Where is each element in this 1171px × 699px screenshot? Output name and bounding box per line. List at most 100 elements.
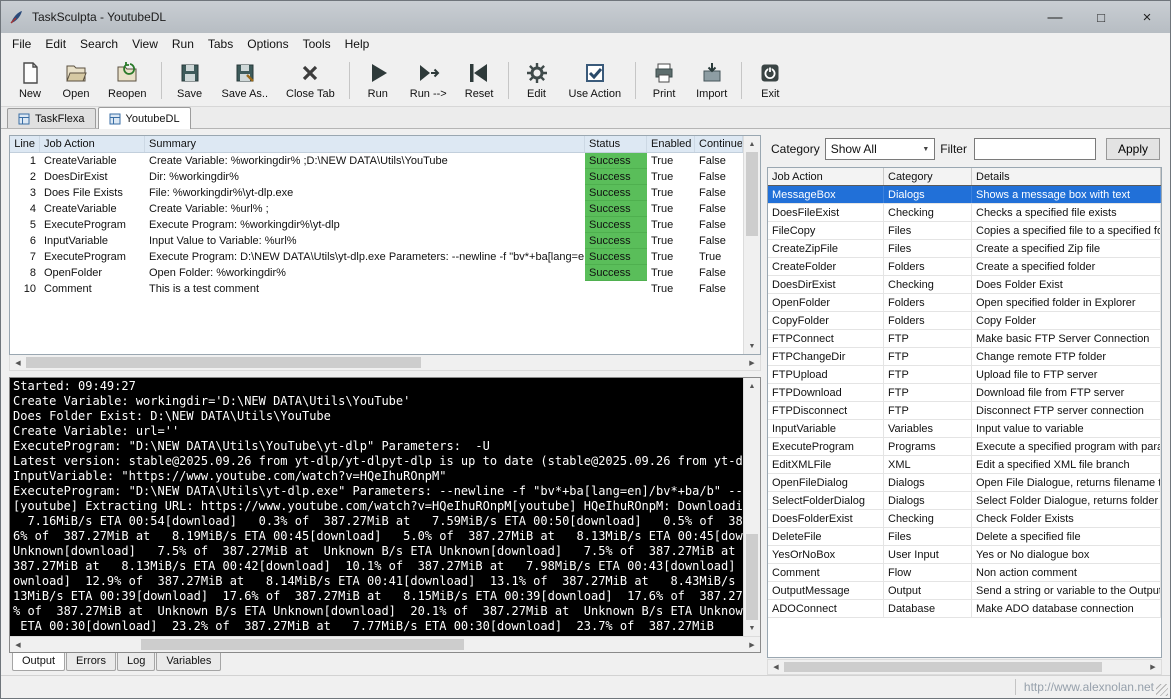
action-grid-hscrollbar[interactable]: ◀ ▶	[767, 659, 1162, 675]
save-button[interactable]: Save	[167, 57, 213, 104]
task-row[interactable]: 6InputVariableInput Value to Variable: %…	[10, 233, 743, 249]
use-action-button[interactable]: Use Action	[560, 57, 631, 104]
scrollbar-thumb[interactable]	[26, 357, 421, 368]
output-tab-variables[interactable]: Variables	[156, 653, 221, 671]
menu-item-help[interactable]: Help	[338, 34, 377, 54]
menu-item-run[interactable]: Run	[165, 34, 201, 54]
task-grid-hscrollbar[interactable]: ◀ ▶	[9, 355, 761, 371]
task-row[interactable]: 7ExecuteProgramExecute Program: D:\NEW D…	[10, 249, 743, 265]
action-row[interactable]: FTPDisconnectFTPDisconnect FTP server co…	[768, 402, 1161, 420]
action-row[interactable]: CopyFolderFoldersCopy Folder	[768, 312, 1161, 330]
edit-button[interactable]: Edit	[514, 57, 560, 104]
reopen-button[interactable]: Reopen	[99, 57, 156, 104]
column-header-enabled[interactable]: Enabled	[647, 136, 695, 152]
scroll-down-icon[interactable]: ▼	[744, 338, 760, 354]
action-row[interactable]: SelectFolderDialogDialogsSelect Folder D…	[768, 492, 1161, 510]
menu-item-view[interactable]: View	[125, 34, 165, 54]
action-row[interactable]: DeleteFileFilesDelete a specified file	[768, 528, 1161, 546]
open-button[interactable]: Open	[53, 57, 99, 104]
action-row[interactable]: YesOrNoBoxUser InputYes or No dialogue b…	[768, 546, 1161, 564]
menu-item-file[interactable]: File	[5, 34, 38, 54]
save-as-button[interactable]: Save As..	[213, 57, 277, 104]
scroll-right-icon[interactable]: ▶	[1145, 660, 1161, 674]
column-header-details[interactable]: Details	[972, 168, 1161, 185]
maximize-button[interactable]: □	[1078, 1, 1124, 33]
task-row[interactable]: 5ExecuteProgramExecute Program: %working…	[10, 217, 743, 233]
scrollbar-thumb[interactable]	[784, 662, 1102, 672]
menu-item-edit[interactable]: Edit	[38, 34, 73, 54]
reset-button[interactable]: Reset	[456, 57, 503, 104]
exit-button[interactable]: Exit	[747, 57, 793, 104]
task-row[interactable]: 1CreateVariableCreate Variable: %working…	[10, 153, 743, 169]
menu-item-options[interactable]: Options	[240, 34, 295, 54]
action-row[interactable]: OpenFolderFoldersOpen specified folder i…	[768, 294, 1161, 312]
filter-input[interactable]	[974, 138, 1096, 160]
output-tab-output[interactable]: Output	[12, 653, 65, 671]
column-header-status[interactable]: Status	[585, 136, 647, 152]
action-row[interactable]: OpenFileDialogDialogsOpen File Dialogue,…	[768, 474, 1161, 492]
print-button[interactable]: Print	[641, 57, 687, 104]
column-header-category[interactable]: Category	[884, 168, 972, 185]
minimize-button[interactable]: —	[1032, 1, 1078, 33]
action-row[interactable]: CommentFlowNon action comment	[768, 564, 1161, 582]
action-row[interactable]: DoesDirExistCheckingDoes Folder Exist	[768, 276, 1161, 294]
task-row[interactable]: 10CommentThis is a test commentTrueFalse	[10, 281, 743, 297]
category-dropdown[interactable]: Show All ▼	[825, 138, 936, 160]
document-tab-taskflexa[interactable]: TaskFlexa	[7, 108, 96, 128]
action-row[interactable]: ADOConnectDatabaseMake ADO database conn…	[768, 600, 1161, 618]
console-hscrollbar[interactable]: ◀ ▶	[10, 636, 760, 652]
task-grid-vscrollbar[interactable]: ▲ ▼	[743, 136, 760, 354]
action-row[interactable]: InputVariableVariablesInput value to var…	[768, 420, 1161, 438]
output-tab-errors[interactable]: Errors	[66, 653, 116, 671]
scroll-left-icon[interactable]: ◀	[10, 355, 26, 370]
action-row[interactable]: MessageBoxDialogsShows a message box wit…	[768, 186, 1161, 204]
column-header-line[interactable]: Line	[10, 136, 40, 152]
action-row[interactable]: OutputMessageOutputSend a string or vari…	[768, 582, 1161, 600]
scroll-right-icon[interactable]: ▶	[744, 355, 760, 370]
run-button[interactable]: Run	[355, 57, 401, 104]
action-row[interactable]: DoesFileExistCheckingChecks a specified …	[768, 204, 1161, 222]
console-output[interactable]: Started: 09:49:27 Create Variable: worki…	[10, 378, 743, 636]
task-row[interactable]: 8OpenFolderOpen Folder: %workingdir%Succ…	[10, 265, 743, 281]
title-bar[interactable]: TaskSculpta - YoutubeDL — □ ×	[1, 1, 1170, 33]
action-row[interactable]: FTPChangeDirFTPChange remote FTP folder	[768, 348, 1161, 366]
apply-button[interactable]: Apply	[1106, 138, 1160, 160]
scrollbar-thumb[interactable]	[141, 639, 464, 650]
run-to-button[interactable]: Run -->	[401, 57, 456, 104]
action-row[interactable]: DoesFolderExistCheckingCheck Folder Exis…	[768, 510, 1161, 528]
resize-grip-icon[interactable]	[1156, 684, 1168, 696]
new-button[interactable]: New	[7, 57, 53, 104]
column-header-continue[interactable]: Continue	[695, 136, 743, 152]
menu-item-tools[interactable]: Tools	[296, 34, 338, 54]
scroll-down-icon[interactable]: ▼	[744, 620, 760, 636]
task-row[interactable]: 4CreateVariableCreate Variable: %url% ;S…	[10, 201, 743, 217]
menu-item-search[interactable]: Search	[73, 34, 125, 54]
scroll-up-icon[interactable]: ▲	[744, 136, 760, 152]
task-row[interactable]: 2DoesDirExistDir: %workingdir%SuccessTru…	[10, 169, 743, 185]
close-button[interactable]: ×	[1124, 1, 1170, 33]
column-header-job-action[interactable]: Job Action	[40, 136, 145, 152]
document-tab-youtubedl[interactable]: YoutubeDL	[98, 107, 191, 129]
scrollbar-thumb[interactable]	[746, 534, 758, 620]
column-header-summary[interactable]: Summary	[145, 136, 585, 152]
website-link[interactable]: http://www.alexnolan.net	[1024, 680, 1154, 694]
action-row[interactable]: CreateZipFileFilesCreate a specified Zip…	[768, 240, 1161, 258]
action-row[interactable]: FTPUploadFTPUpload file to FTP server	[768, 366, 1161, 384]
scroll-right-icon[interactable]: ▶	[744, 637, 760, 652]
action-row[interactable]: ExecuteProgramProgramsExecute a specifie…	[768, 438, 1161, 456]
column-header-job-action[interactable]: Job Action	[768, 168, 884, 185]
scroll-left-icon[interactable]: ◀	[10, 637, 26, 652]
import-button[interactable]: Import	[687, 57, 736, 104]
scrollbar-thumb[interactable]	[746, 152, 758, 236]
action-row[interactable]: CreateFolderFoldersCreate a specified fo…	[768, 258, 1161, 276]
action-row[interactable]: EditXMLFileXMLEdit a specified XML file …	[768, 456, 1161, 474]
scroll-left-icon[interactable]: ◀	[768, 660, 784, 674]
output-tab-log[interactable]: Log	[117, 653, 155, 671]
action-row[interactable]: FTPDownloadFTPDownload file from FTP ser…	[768, 384, 1161, 402]
task-row[interactable]: 3Does File ExistsFile: %workingdir%\yt-d…	[10, 185, 743, 201]
action-row[interactable]: FTPConnectFTPMake basic FTP Server Conne…	[768, 330, 1161, 348]
console-vscrollbar[interactable]: ▲ ▼	[743, 378, 760, 636]
menu-item-tabs[interactable]: Tabs	[201, 34, 240, 54]
close-tab-button[interactable]: Close Tab	[277, 57, 344, 104]
scroll-up-icon[interactable]: ▲	[744, 378, 760, 394]
